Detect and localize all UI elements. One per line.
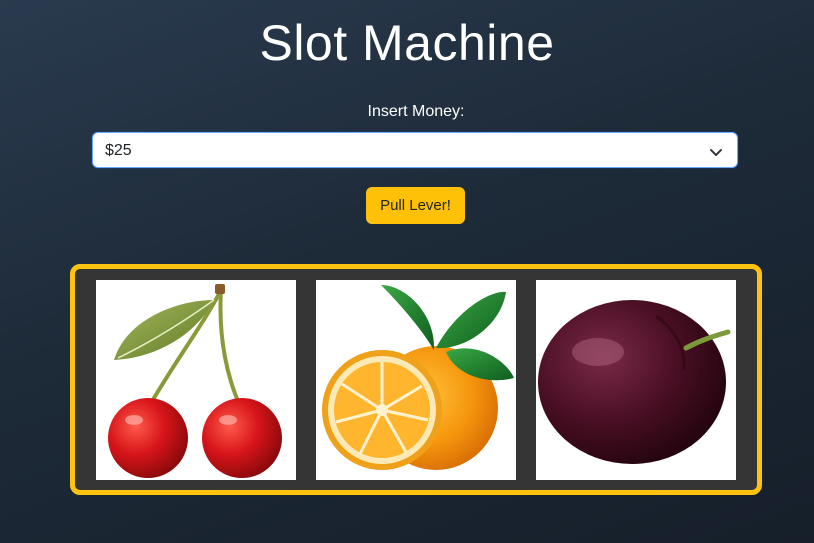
orange-icon bbox=[322, 285, 514, 470]
money-select[interactable]: $25 bbox=[92, 132, 738, 168]
money-label: Insert Money: bbox=[367, 103, 465, 120]
reels-panel bbox=[70, 264, 762, 495]
pull-lever-button[interactable]: Pull Lever! bbox=[366, 187, 465, 224]
chevron-down-icon bbox=[709, 145, 723, 163]
reel-3 bbox=[536, 280, 736, 480]
reel-2 bbox=[316, 280, 516, 480]
reel-1 bbox=[96, 280, 296, 480]
money-select-value: $25 bbox=[105, 142, 132, 159]
plum-icon bbox=[538, 300, 731, 464]
cherry-icon bbox=[108, 284, 282, 478]
page-title: Slot Machine bbox=[259, 15, 555, 71]
